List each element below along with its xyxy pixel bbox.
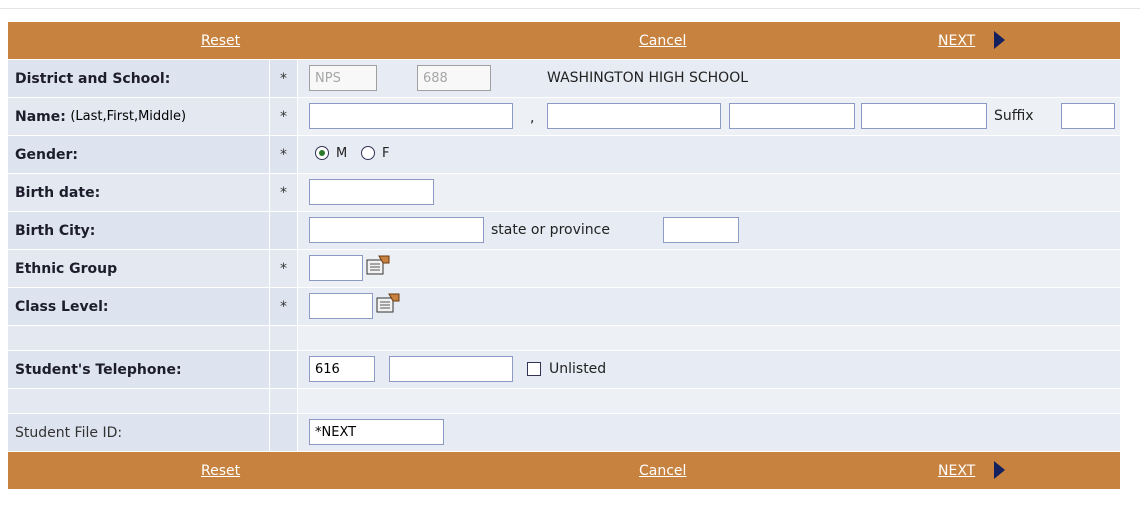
radio-selected-dot xyxy=(319,150,325,156)
birth-date-label: Birth date: xyxy=(15,184,101,201)
unlisted-label: Unlisted xyxy=(549,361,607,377)
class-level-input[interactable] xyxy=(309,293,373,319)
suffix-label: Suffix xyxy=(994,108,1034,124)
spacer-row xyxy=(8,326,1120,351)
triangle-right-icon[interactable] xyxy=(994,461,1005,479)
school-field xyxy=(417,65,491,91)
nav-bar-top: Reset Cancel NEXT xyxy=(8,22,1120,60)
gender-m-radio[interactable] xyxy=(315,146,329,160)
area-code-input[interactable] xyxy=(309,356,375,382)
birth-city-label: Birth City: xyxy=(15,222,96,239)
required-marker: * xyxy=(270,98,298,135)
name-row: Name: (Last,First,Middle) * , Suffix xyxy=(8,98,1120,136)
school-name: WASHINGTON HIGH SCHOOL xyxy=(547,70,749,86)
gender-m-label: M xyxy=(336,146,348,161)
gender-label: Gender: xyxy=(15,146,78,163)
state-province-label: state or province xyxy=(491,222,610,238)
middle-name-2-input[interactable] xyxy=(861,103,987,129)
lookup-picker-icon[interactable] xyxy=(376,293,400,313)
file-id-label: Student File ID: xyxy=(15,424,123,441)
district-field xyxy=(309,65,377,91)
middle-name-input[interactable] xyxy=(729,103,855,129)
student-form: Reset Cancel NEXT District and School: *… xyxy=(8,22,1120,490)
required-marker: * xyxy=(270,288,298,325)
reset-link[interactable]: Reset xyxy=(201,463,240,479)
name-label: Name: xyxy=(15,108,66,125)
gender-f-label: F xyxy=(382,146,390,161)
suffix-input[interactable] xyxy=(1061,103,1115,129)
telephone-label: Student's Telephone: xyxy=(15,361,182,378)
gender-f-radio[interactable] xyxy=(361,146,375,160)
first-name-input[interactable] xyxy=(547,103,721,129)
required-marker: * xyxy=(270,174,298,211)
next-link[interactable]: NEXT xyxy=(938,33,975,49)
state-province-input[interactable] xyxy=(663,217,739,243)
unlisted-checkbox[interactable] xyxy=(527,362,541,376)
reset-link[interactable]: Reset xyxy=(201,33,240,49)
class-level-row: Class Level: * xyxy=(8,288,1120,326)
ethnic-group-input[interactable] xyxy=(309,255,363,281)
name-comma: , xyxy=(530,110,535,126)
nav-bar-bottom: Reset Cancel NEXT xyxy=(8,452,1120,490)
file-id-row: Student File ID: xyxy=(8,414,1120,452)
district-school-row: District and School: * WASHINGTON HIGH S… xyxy=(8,60,1120,98)
required-marker: * xyxy=(270,60,298,97)
class-level-label: Class Level: xyxy=(15,298,109,315)
telephone-row: Student's Telephone: Unlisted xyxy=(8,351,1120,389)
birth-city-row: Birth City: state or province xyxy=(8,212,1120,250)
required-marker: * xyxy=(270,250,298,287)
next-link[interactable]: NEXT xyxy=(938,463,975,479)
spacer-row xyxy=(8,389,1120,414)
cancel-link[interactable]: Cancel xyxy=(639,463,686,479)
birth-date-row: Birth date: * xyxy=(8,174,1120,212)
ethnic-group-label: Ethnic Group xyxy=(15,260,118,277)
district-school-label: District and School: xyxy=(15,70,171,87)
ethnic-group-row: Ethnic Group * xyxy=(8,250,1120,288)
triangle-right-icon[interactable] xyxy=(994,31,1005,49)
file-id-input[interactable] xyxy=(309,419,444,445)
phone-number-input[interactable] xyxy=(389,356,513,382)
birth-date-input[interactable] xyxy=(309,179,434,205)
name-sublabel: (Last,First,Middle) xyxy=(70,109,187,124)
top-divider xyxy=(0,8,1140,9)
lookup-picker-icon[interactable] xyxy=(366,255,390,275)
last-name-input[interactable] xyxy=(309,103,513,129)
cancel-link[interactable]: Cancel xyxy=(639,33,686,49)
birth-city-input[interactable] xyxy=(309,217,484,243)
required-marker: * xyxy=(270,136,298,173)
gender-row: Gender: * M F xyxy=(8,136,1120,174)
